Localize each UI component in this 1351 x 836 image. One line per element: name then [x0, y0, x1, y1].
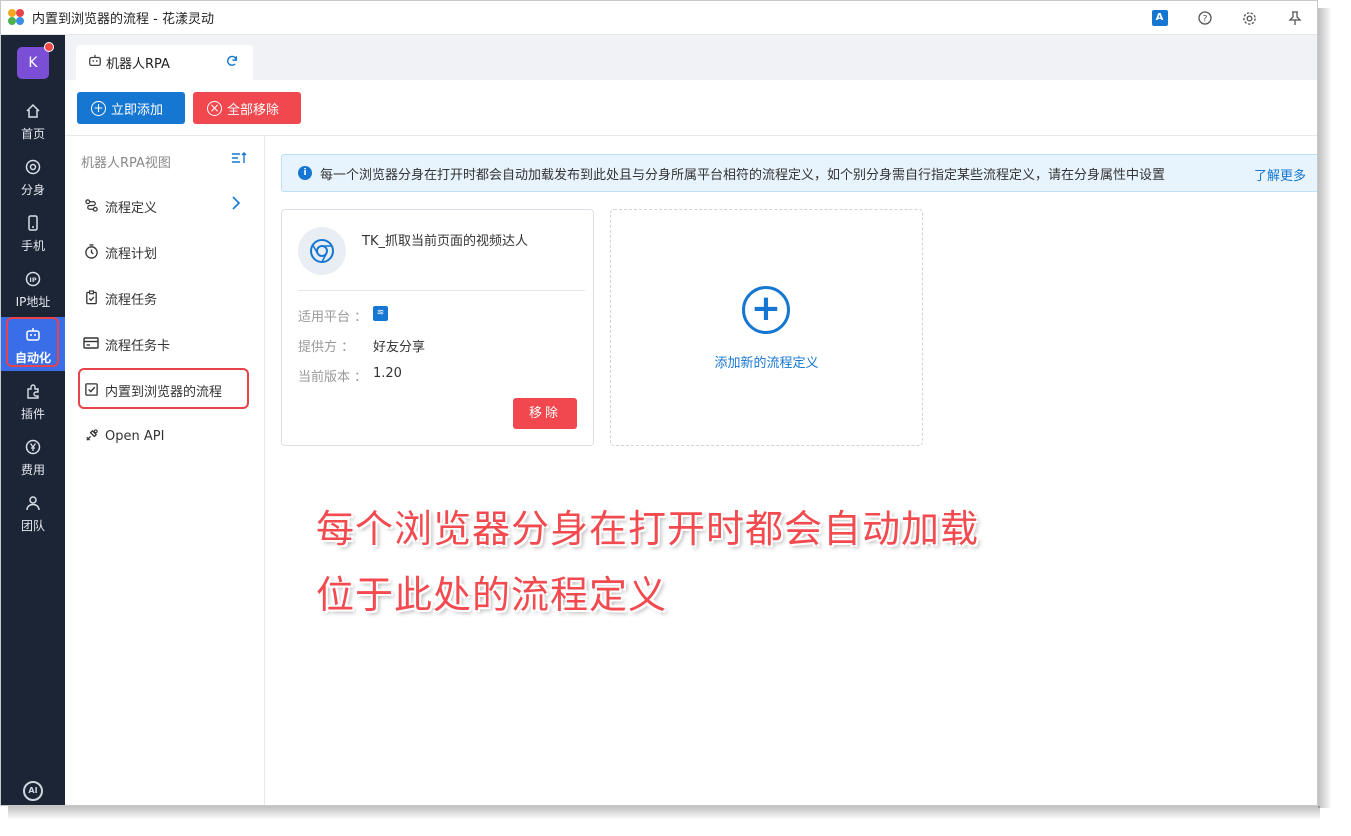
subnav-item-flow-schedule[interactable]: 流程计划 [83, 240, 157, 264]
toolbar: + 立即添加 × 全部移除 [65, 80, 1317, 136]
chrome-icon [298, 227, 346, 275]
api-icon [83, 428, 99, 444]
subnav-item-flow-task[interactable]: 流程任务 [83, 286, 157, 310]
ip-icon: IP [23, 271, 43, 291]
info-icon: i [298, 166, 312, 180]
nav-item-home[interactable]: 首页 [1, 93, 65, 147]
plus-circle-icon: + [91, 100, 106, 116]
add-flow-card[interactable]: + 添加新的流程定义 [610, 209, 923, 446]
card-divider [298, 290, 585, 291]
window-title: 内置到浏览器的流程 - 花漾灵动 [32, 12, 214, 27]
platform-layers-icon: ≋ [373, 306, 388, 321]
sort-icon[interactable] [231, 151, 247, 169]
provider-label: 提供方 ： [298, 340, 355, 355]
home-icon [23, 103, 43, 123]
robot-icon [88, 54, 102, 72]
remove-button[interactable]: 移除 [513, 398, 577, 429]
nav-item-browser[interactable]: 分身 [1, 149, 65, 203]
subnav-title: 机器人RPA视图 [81, 156, 171, 171]
annotation-line-2: 位于此处的流程定义 [316, 573, 668, 617]
automation-highlight-box [6, 317, 59, 367]
main-nav: K 首页 分身 手机 IP IP地址 自动化 插件 费用 团队 AI [1, 35, 65, 805]
svg-text:?: ? [1202, 15, 1207, 25]
tab-rpa[interactable]: 机器人RPA [76, 45, 253, 80]
timer-icon [83, 244, 99, 260]
translate-icon[interactable]: A [1137, 1, 1182, 35]
card-icon [83, 336, 99, 352]
annotation-line-1: 每个浏览器分身在打开时都会自动加载 [316, 507, 980, 551]
clipboard-icon [83, 290, 99, 306]
window-shadow-right [1318, 8, 1332, 808]
rpa-subnav: 机器人RPA视图 流程定义 流程计划 流程任务 流程任务卡 内置到浏览器的流程 … [65, 136, 265, 805]
phone-icon [23, 215, 43, 235]
yen-icon [23, 439, 43, 459]
notice-text: 每一个浏览器分身在打开时都会自动加载发布到此处且与分身所属平台相符的流程定义，如… [320, 167, 1166, 183]
nav-item-plugin[interactable]: 插件 [1, 373, 65, 427]
settings-icon[interactable] [1227, 1, 1272, 35]
flow-card: TK_抓取当前页面的视频达人 适用平台 ： ≋ 提供方 ： 好友分享 当前版本 … [281, 209, 594, 446]
subnav-item-open-api[interactable]: Open API [83, 424, 164, 448]
tab-bar: 机器人RPA [65, 35, 1317, 80]
avatar[interactable]: K [17, 47, 49, 79]
chevron-right-icon[interactable] [231, 195, 241, 214]
learn-more-link[interactable]: 了解更多 [1254, 165, 1306, 184]
nav-item-ip[interactable]: IP IP地址 [1, 261, 65, 315]
subnav-item-flow-task-card[interactable]: 流程任务卡 [83, 332, 170, 356]
help-icon[interactable]: ? [1182, 1, 1227, 35]
nav-item-phone[interactable]: 手机 [1, 205, 65, 259]
refresh-icon[interactable] [225, 54, 239, 72]
main-content: i 每一个浏览器分身在打开时都会自动加载发布到此处且与分身所属平台相符的流程定义… [265, 136, 1317, 805]
plugin-icon [23, 383, 43, 403]
platform-label: 适用平台 ： [298, 310, 368, 325]
version-value: 1.20 [373, 366, 402, 381]
add-now-label: 立即添加 [111, 102, 164, 118]
add-flow-label: 添加新的流程定义 [714, 356, 819, 371]
plus-circle-icon: + [742, 286, 790, 334]
version-label: 当前版本 ： [298, 370, 368, 385]
app-logo-icon [8, 8, 26, 27]
window-shadow-bottom [8, 806, 1320, 820]
app-window: 内置到浏览器的流程 - 花漾灵动 A ? K 首页 分身 手机 IP IP地址 … [0, 0, 1318, 806]
tab-label: 机器人RPA [106, 57, 170, 72]
remove-all-label: 全部移除 [227, 102, 280, 118]
flow-name: TK_抓取当前页面的视频达人 [362, 234, 528, 249]
ai-assistant-icon[interactable]: AI [23, 781, 43, 801]
remove-all-button[interactable]: × 全部移除 [193, 92, 301, 124]
notification-dot [44, 42, 54, 52]
flow-icon [83, 198, 99, 214]
provider-value: 好友分享 [373, 340, 426, 355]
nav-item-team[interactable]: 团队 [1, 485, 65, 539]
browser-icon [23, 159, 43, 179]
info-notice: i 每一个浏览器分身在打开时都会自动加载发布到此处且与分身所属平台相符的流程定义… [281, 154, 1317, 192]
title-bar: 内置到浏览器的流程 - 花漾灵动 A ? [1, 1, 1317, 35]
close-circle-icon: × [207, 100, 222, 116]
subnav-item-flow-definition[interactable]: 流程定义 [83, 194, 157, 218]
nav-item-billing[interactable]: 费用 [1, 429, 65, 483]
svg-text:IP: IP [29, 276, 36, 284]
team-icon [23, 495, 43, 515]
add-now-button[interactable]: + 立即添加 [77, 92, 185, 124]
builtin-flows-highlight-box [78, 368, 249, 409]
pin-icon[interactable] [1272, 1, 1317, 35]
